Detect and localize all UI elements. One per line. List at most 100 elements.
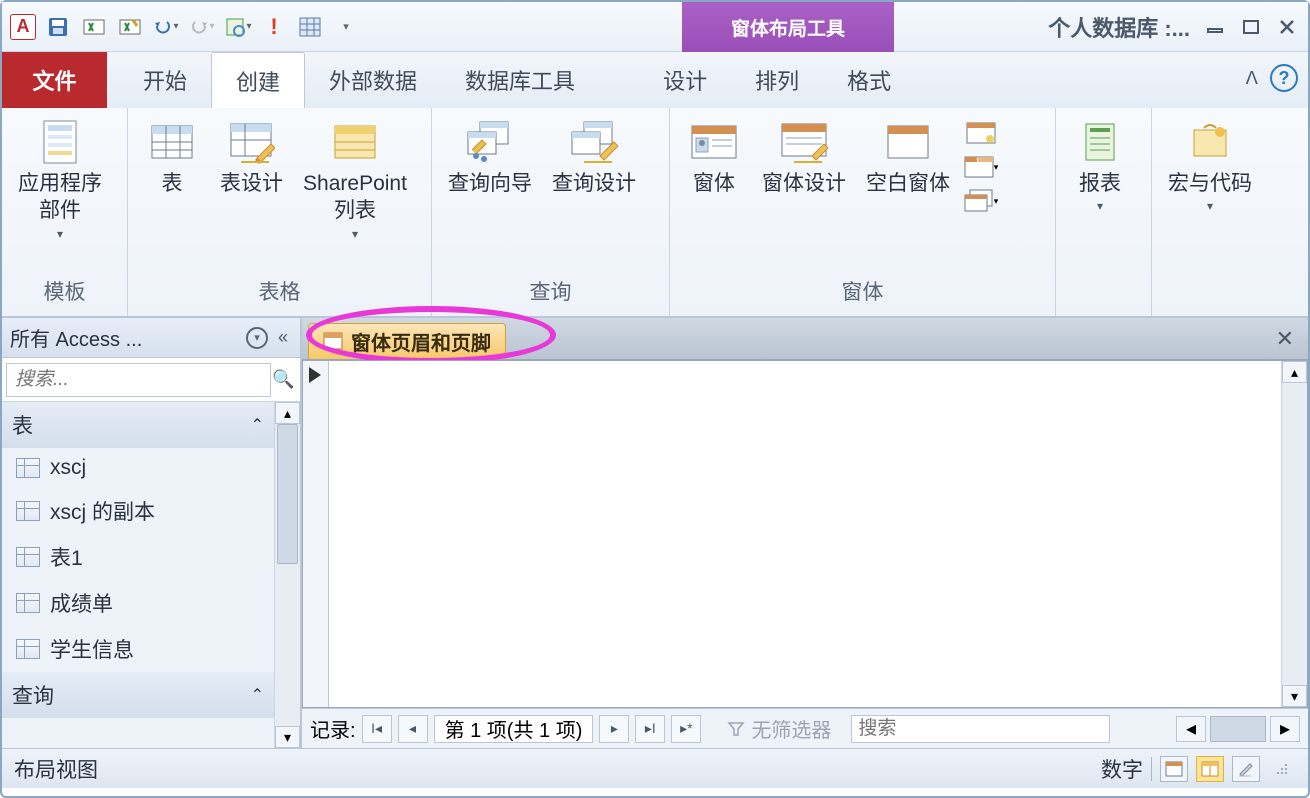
scroll-up-icon[interactable]: ▴ — [1282, 361, 1307, 383]
nav-dropdown-icon[interactable]: ▾ — [246, 327, 268, 349]
design-view-icon[interactable] — [1232, 756, 1260, 782]
nav-category-tables[interactable]: 表⌃ — [2, 402, 274, 448]
tab-arrange[interactable]: 排列 — [731, 52, 823, 108]
form-wizard-icon[interactable] — [962, 118, 1000, 148]
export-excel-icon[interactable] — [80, 13, 108, 41]
redo-icon[interactable]: ▾ — [188, 13, 216, 41]
tab-external-data[interactable]: 外部数据 — [305, 52, 441, 108]
resize-grip-icon[interactable] — [1268, 756, 1296, 782]
form-design-icon — [780, 118, 828, 166]
form-design-button[interactable]: 窗体设计 — [754, 114, 854, 201]
table-object-icon — [16, 547, 40, 567]
priority-icon[interactable]: ! — [260, 13, 288, 41]
blank-form-label: 空白窗体 — [866, 170, 950, 197]
tab-database-tools[interactable]: 数据库工具 — [441, 52, 599, 108]
collapse-nav-icon[interactable]: « — [274, 327, 292, 348]
more-forms-icon[interactable]: ▾ — [962, 186, 1000, 216]
document-tab-bar: 窗体页眉和页脚 ✕ — [302, 318, 1308, 360]
application-parts-button[interactable]: 应用程序 部件 ▾ — [10, 114, 110, 245]
form-button[interactable]: 窗体 — [678, 114, 750, 201]
tab-create[interactable]: 创建 — [211, 52, 305, 108]
scroll-right-icon[interactable]: ▸ — [1270, 716, 1300, 742]
query-design-label: 查询设计 — [552, 170, 636, 197]
filter-indicator: 无筛选器 — [727, 714, 831, 743]
nav-table-item[interactable]: 成绩单 — [2, 580, 274, 626]
tab-home[interactable]: 开始 — [119, 52, 211, 108]
layout-view-icon[interactable] — [1196, 756, 1224, 782]
query-wizard-button[interactable]: 查询向导 — [440, 114, 540, 201]
nav-header[interactable]: 所有 Access ... ▾ « — [2, 318, 300, 358]
nav-table-item[interactable]: xscj — [2, 448, 274, 488]
title-bar: A ▾ ▾ ▾ ! ▾ 窗体布局工具 个人数据库 :... — [2, 2, 1308, 52]
record-position: 第 1 项(共 1 项) — [434, 715, 594, 743]
blank-form-button[interactable]: 空白窗体 — [858, 114, 958, 201]
tab-file[interactable]: 文件 — [2, 52, 107, 108]
table-icon — [148, 118, 196, 166]
form-tab[interactable]: 窗体页眉和页脚 — [308, 323, 506, 359]
tab-design[interactable]: 设计 — [639, 52, 731, 108]
sharepoint-icon — [331, 118, 379, 166]
table-object-icon — [16, 593, 40, 613]
next-record-icon[interactable]: ▸ — [599, 715, 629, 743]
chevron-down-icon: ▾ — [57, 227, 63, 241]
record-navigator: 记录: I◂ ◂ 第 1 项(共 1 项) ▸ ▸I ▸* 无筛选器 ◂ ▸ — [302, 708, 1308, 748]
scroll-left-icon[interactable]: ◂ — [1176, 716, 1206, 742]
report-button[interactable]: 报表 ▾ — [1064, 114, 1136, 217]
undo-icon[interactable]: ▾ — [152, 13, 180, 41]
form-canvas-area: ▴ ▾ — [302, 360, 1308, 708]
prev-record-icon[interactable]: ◂ — [398, 715, 428, 743]
form-object-icon — [323, 332, 343, 350]
help-icon[interactable]: ? — [1270, 64, 1298, 92]
scroll-up-icon[interactable]: ▴ — [275, 402, 300, 424]
blank-form-icon — [884, 118, 932, 166]
form-view-icon[interactable] — [1160, 756, 1188, 782]
scroll-down-icon[interactable]: ▾ — [275, 726, 300, 748]
table-object-icon — [16, 458, 40, 478]
table-design-icon — [228, 118, 276, 166]
record-search-input[interactable] — [851, 715, 1110, 743]
database-name: 个人数据库 :... — [1048, 11, 1190, 43]
app-icon: A — [10, 14, 36, 40]
nav-object-list: 表⌃ xscj xscj 的副本 表1 成绩单 学生信息 查询⌃ — [2, 402, 274, 748]
tab-format[interactable]: 格式 — [823, 52, 915, 108]
form-canvas[interactable] — [329, 361, 1281, 707]
table-design-label: 表设计 — [220, 170, 283, 197]
new-record-icon[interactable]: ▸* — [671, 715, 701, 743]
close-icon[interactable] — [1276, 16, 1298, 38]
sharepoint-lists-button[interactable]: SharePoint 列表 ▾ — [295, 114, 415, 245]
contextual-tab-title: 窗体布局工具 — [682, 2, 894, 52]
group-templates-label: 模板 — [10, 270, 119, 314]
minimize-ribbon-icon[interactable]: ᐱ — [1246, 68, 1258, 89]
import-excel-icon[interactable] — [116, 13, 144, 41]
query-design-button[interactable]: 查询设计 — [544, 114, 644, 201]
nav-table-item[interactable]: 学生信息 — [2, 626, 274, 672]
search-icon[interactable]: 🔍 — [271, 363, 296, 397]
navigation-form-icon[interactable]: ▾ — [962, 152, 1000, 182]
last-record-icon[interactable]: ▸I — [635, 715, 665, 743]
print-preview-icon[interactable]: ▾ — [224, 13, 252, 41]
record-nav-label: 记录: — [310, 714, 356, 743]
nav-table-item[interactable]: xscj 的副本 — [2, 488, 274, 534]
nav-search-input[interactable] — [6, 363, 271, 397]
form-design-label: 窗体设计 — [762, 170, 846, 197]
nav-category-queries[interactable]: 查询⌃ — [2, 672, 274, 718]
qat-customize-icon[interactable]: ▾ — [332, 13, 360, 41]
maximize-icon[interactable] — [1240, 16, 1262, 38]
nav-table-item[interactable]: 表1 — [2, 534, 274, 580]
table-design-button[interactable]: 表设计 — [212, 114, 291, 201]
scroll-down-icon[interactable]: ▾ — [1282, 685, 1307, 707]
minimize-icon[interactable] — [1204, 16, 1226, 38]
macro-button[interactable]: 宏与代码 ▾ — [1160, 114, 1260, 217]
horizontal-scrollbar[interactable]: ◂ ▸ — [1176, 716, 1300, 742]
scrollbar-thumb[interactable] — [1210, 716, 1266, 742]
close-tab-icon[interactable]: ✕ — [1262, 326, 1308, 352]
vertical-scrollbar[interactable]: ▴ ▾ — [1281, 361, 1307, 707]
datasheet-icon[interactable] — [296, 13, 324, 41]
document-area: 窗体页眉和页脚 ✕ ▴ ▾ 记录: I◂ ◂ 第 1 项(共 1 项) ▸ ▸I… — [302, 318, 1308, 748]
first-record-icon[interactable]: I◂ — [362, 715, 392, 743]
table-button[interactable]: 表 — [136, 114, 208, 201]
scrollbar-thumb[interactable] — [277, 424, 298, 564]
save-icon[interactable] — [44, 13, 72, 41]
record-selector[interactable] — [303, 361, 329, 707]
nav-scrollbar[interactable]: ▴ ▾ — [274, 402, 300, 748]
